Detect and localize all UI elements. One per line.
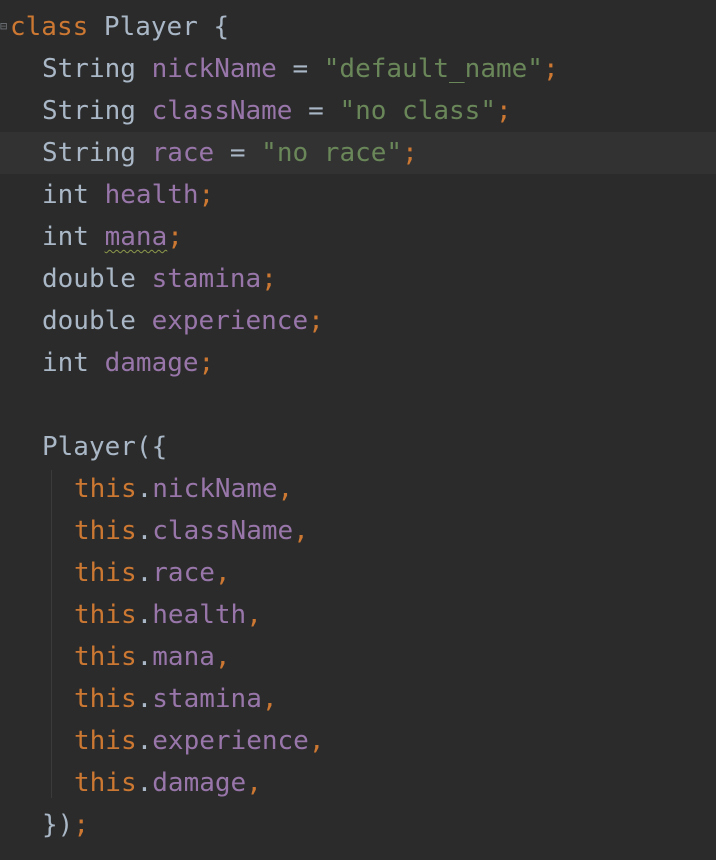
code-line-4-current[interactable]: String race = "no race";: [0, 132, 716, 174]
code-line-2[interactable]: String nickName = "default_name";: [0, 48, 716, 90]
comma: ,: [214, 642, 231, 672]
string-literal: "no class": [339, 96, 496, 126]
type-keyword: int: [42, 222, 89, 252]
code-line-12[interactable]: this.nickName,: [0, 468, 716, 510]
comma: ,: [214, 558, 231, 588]
semicolon: ;: [261, 264, 277, 294]
this-keyword: this: [74, 516, 137, 546]
constructor-declaration: Player({: [42, 432, 168, 462]
comma: ,: [246, 768, 262, 798]
field-name: health: [152, 600, 247, 630]
code-line-15[interactable]: this.health,: [0, 594, 716, 636]
type-keyword: String: [42, 138, 136, 168]
field-name: mana: [152, 642, 215, 672]
field-name: damage: [104, 348, 199, 378]
type-keyword: double: [42, 264, 136, 294]
code-line-8[interactable]: double experience;: [0, 300, 716, 342]
semicolon: ;: [73, 810, 89, 840]
code-line-19[interactable]: this.damage,: [0, 762, 716, 804]
field-name: nickName: [152, 474, 278, 504]
code-line-6[interactable]: int mana;: [0, 216, 716, 258]
assign-operator: =: [292, 96, 340, 126]
string-literal: "default_name": [323, 54, 543, 84]
field-name: race: [151, 138, 215, 168]
type-keyword: double: [42, 306, 136, 336]
class-name: Player: [88, 12, 214, 42]
dot: .: [136, 642, 153, 672]
semicolon: ;: [495, 96, 512, 126]
type-keyword: String: [42, 96, 136, 126]
assign-operator: =: [214, 138, 262, 168]
comma: ,: [246, 600, 262, 630]
field-name: health: [104, 180, 199, 210]
field-name: race: [152, 558, 215, 588]
code-line-17[interactable]: this.stamina,: [0, 678, 716, 720]
code-line-5[interactable]: int health;: [0, 174, 716, 216]
assign-operator: =: [276, 54, 324, 84]
semicolon: ;: [402, 138, 418, 168]
dot: .: [136, 600, 153, 630]
close-brace-paren: }): [42, 810, 74, 840]
code-line-20[interactable]: });: [0, 804, 716, 846]
this-keyword: this: [74, 600, 137, 630]
string-literal: "no race": [261, 138, 403, 168]
code-line-18[interactable]: this.experience,: [0, 720, 716, 762]
field-name: damage: [152, 768, 247, 798]
code-line-9[interactable]: int damage;: [0, 342, 716, 384]
type-keyword: int: [42, 348, 89, 378]
comma: ,: [277, 474, 294, 504]
dot: .: [136, 516, 153, 546]
field-name: nickName: [151, 54, 277, 84]
comma: ,: [308, 726, 325, 756]
this-keyword: this: [74, 726, 137, 756]
comma: ,: [293, 516, 309, 546]
field-name: stamina: [152, 684, 262, 714]
field-name: stamina: [151, 264, 262, 294]
dot: .: [136, 558, 153, 588]
semicolon: ;: [542, 54, 559, 84]
this-keyword: this: [74, 558, 137, 588]
code-editor[interactable]: ⊟ class Player { String nickName = "defa…: [0, 0, 716, 860]
field-name: experience: [151, 306, 309, 336]
code-line-1[interactable]: class Player {: [0, 6, 716, 48]
this-keyword: this: [74, 768, 137, 798]
field-name: experience: [152, 726, 309, 756]
code-line-13[interactable]: this.className,: [0, 510, 716, 552]
field-name: className: [151, 96, 293, 126]
this-keyword: this: [74, 474, 137, 504]
semicolon: ;: [198, 180, 215, 210]
dot: .: [136, 474, 153, 504]
comma: ,: [261, 684, 278, 714]
dot: .: [136, 726, 153, 756]
code-line-16[interactable]: this.mana,: [0, 636, 716, 678]
type-keyword: String: [42, 54, 136, 84]
open-brace: {: [213, 12, 230, 42]
this-keyword: this: [74, 642, 137, 672]
code-line-11[interactable]: Player({: [0, 426, 716, 468]
code-line-7[interactable]: double stamina;: [0, 258, 716, 300]
code-line-10-empty[interactable]: [0, 384, 716, 426]
code-line-14[interactable]: this.race,: [0, 552, 716, 594]
semicolon: ;: [308, 306, 324, 336]
this-keyword: this: [74, 684, 137, 714]
dot: .: [136, 768, 153, 798]
class-keyword: class: [10, 12, 89, 42]
semicolon: ;: [198, 348, 215, 378]
semicolon: ;: [167, 222, 183, 252]
dot: .: [136, 684, 153, 714]
field-name-warning: mana: [104, 222, 168, 252]
field-name: className: [152, 516, 294, 546]
type-keyword: int: [42, 180, 89, 210]
code-line-3[interactable]: String className = "no class";: [0, 90, 716, 132]
